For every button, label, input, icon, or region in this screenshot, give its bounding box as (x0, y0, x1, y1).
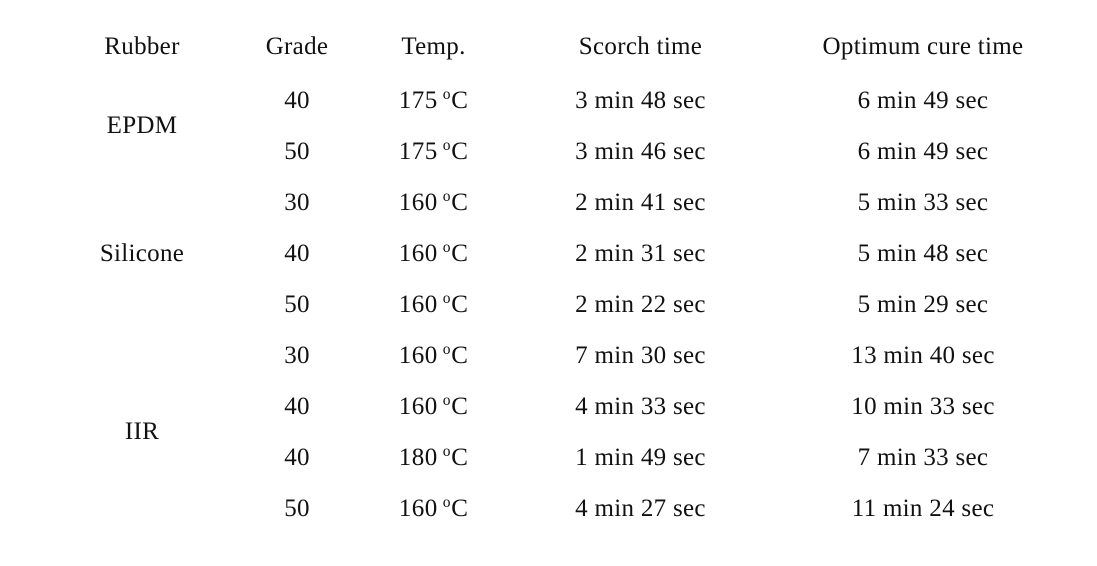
cell-temp: 175 oC (352, 126, 515, 177)
temp-value: 175 (398, 137, 438, 165)
temp-unit-letter: C (451, 392, 469, 420)
temp-value: 160 (398, 341, 438, 369)
column-header-grade: Grade (265, 32, 329, 60)
temp-value: 175 (398, 86, 438, 114)
temp-unit: oC (443, 342, 469, 369)
cell-grade: 40 (284, 86, 310, 114)
temp-unit: oC (443, 189, 469, 216)
temp-value: 160 (398, 290, 438, 318)
table-header-row: Rubber Grade Temp. Scorch time Optimum c… (42, 18, 1080, 75)
rubber-group-label-silicone: Silicone (99, 239, 185, 267)
temp-unit: oC (443, 291, 469, 318)
column-header-scorch-time: Scorch time (578, 32, 703, 60)
cell-scorch-time: 3 min 46 sec (575, 137, 706, 165)
cell-temp: 160 oC (352, 279, 515, 330)
table-row: EPDM 40 175 oC 3 min 48 sec 6 min 49 sec (42, 75, 1080, 140)
degree-icon: o (442, 188, 451, 206)
cell-temp: 160 oC (352, 330, 515, 381)
cell-grade: 30 (284, 188, 310, 216)
cell-optimum-cure-time: 7 min 33 sec (857, 443, 989, 471)
degree-icon: o (442, 239, 451, 257)
column-header-optimum-cure-time: Optimum cure time (822, 32, 1024, 60)
temp-unit: oC (443, 240, 469, 267)
cell-grade: 50 (284, 494, 310, 522)
cell-temp: 180 oC (352, 432, 515, 483)
table-body: EPDM 40 175 oC 3 min 48 sec 6 min 49 sec … (42, 75, 1080, 534)
cell-grade: 40 (284, 392, 310, 420)
cell-scorch-time: 3 min 48 sec (575, 86, 706, 114)
cell-optimum-cure-time: 6 min 49 sec (857, 137, 989, 165)
table-row: IIR 30 160 oC 7 min 30 sec 13 min 40 sec (42, 330, 1080, 446)
temp-value: 180 (398, 443, 438, 471)
temp-unit-letter: C (451, 341, 469, 369)
cell-temp: 160 oC (352, 228, 515, 279)
cell-grade: 40 (284, 239, 310, 267)
temp-unit: oC (443, 87, 469, 114)
cell-grade: 40 (284, 443, 310, 471)
rubber-group-label-epdm: EPDM (106, 112, 178, 140)
cell-temp: 160 oC (352, 381, 515, 432)
cell-scorch-time: 2 min 41 sec (575, 188, 706, 216)
temp-unit-letter: C (451, 188, 469, 216)
degree-icon: o (442, 443, 451, 461)
degree-icon: o (442, 392, 451, 410)
temp-unit: oC (443, 138, 469, 165)
temp-unit: oC (443, 444, 469, 471)
cell-optimum-cure-time: 5 min 33 sec (857, 188, 989, 216)
degree-icon: o (442, 494, 451, 512)
cell-temp: 175 oC (352, 75, 515, 126)
rubber-group-label-iir: IIR (124, 418, 160, 446)
degree-icon: o (442, 86, 451, 104)
cell-scorch-time: 2 min 31 sec (575, 239, 706, 267)
document-page: Rubber Grade Temp. Scorch time Optimum c… (0, 0, 1097, 566)
temp-value: 160 (398, 392, 438, 420)
degree-icon: o (442, 290, 451, 308)
degree-icon: o (442, 137, 451, 155)
column-header-temp: Temp. (401, 32, 466, 60)
temp-unit-letter: C (451, 137, 469, 165)
cell-grade: 50 (284, 290, 310, 318)
temp-unit-letter: C (451, 239, 469, 267)
cell-grade: 30 (284, 341, 310, 369)
temp-unit: oC (443, 495, 469, 522)
cell-optimum-cure-time: 5 min 29 sec (857, 290, 989, 318)
temp-unit: oC (443, 393, 469, 420)
cell-optimum-cure-time: 13 min 40 sec (851, 341, 995, 369)
cell-optimum-cure-time: 5 min 48 sec (857, 239, 989, 267)
cell-grade: 50 (284, 137, 310, 165)
cell-scorch-time: 4 min 33 sec (575, 392, 706, 420)
cell-optimum-cure-time: 11 min 24 sec (851, 494, 995, 522)
degree-icon: o (442, 341, 451, 359)
temp-value: 160 (398, 239, 438, 267)
cell-temp: 160 oC (352, 177, 515, 228)
rubber-cure-characteristics-table: Rubber Grade Temp. Scorch time Optimum c… (42, 18, 1080, 534)
temp-value: 160 (398, 494, 438, 522)
cell-scorch-time: 7 min 30 sec (575, 341, 706, 369)
temp-unit-letter: C (451, 443, 469, 471)
temp-value: 160 (398, 188, 438, 216)
table-header: Rubber Grade Temp. Scorch time Optimum c… (42, 18, 1080, 75)
cell-optimum-cure-time: 10 min 33 sec (851, 392, 995, 420)
cell-scorch-time: 2 min 22 sec (575, 290, 706, 318)
cell-scorch-time: 4 min 27 sec (575, 494, 706, 522)
cell-optimum-cure-time: 6 min 49 sec (857, 86, 989, 114)
table-row: Silicone 30 160 oC 2 min 41 sec 5 min 33 … (42, 177, 1080, 267)
cell-temp: 160 oC (352, 483, 515, 534)
cell-scorch-time: 1 min 49 sec (575, 443, 706, 471)
temp-unit-letter: C (451, 290, 469, 318)
temp-unit-letter: C (451, 494, 469, 522)
temp-unit-letter: C (451, 86, 469, 114)
column-header-rubber: Rubber (104, 32, 180, 60)
